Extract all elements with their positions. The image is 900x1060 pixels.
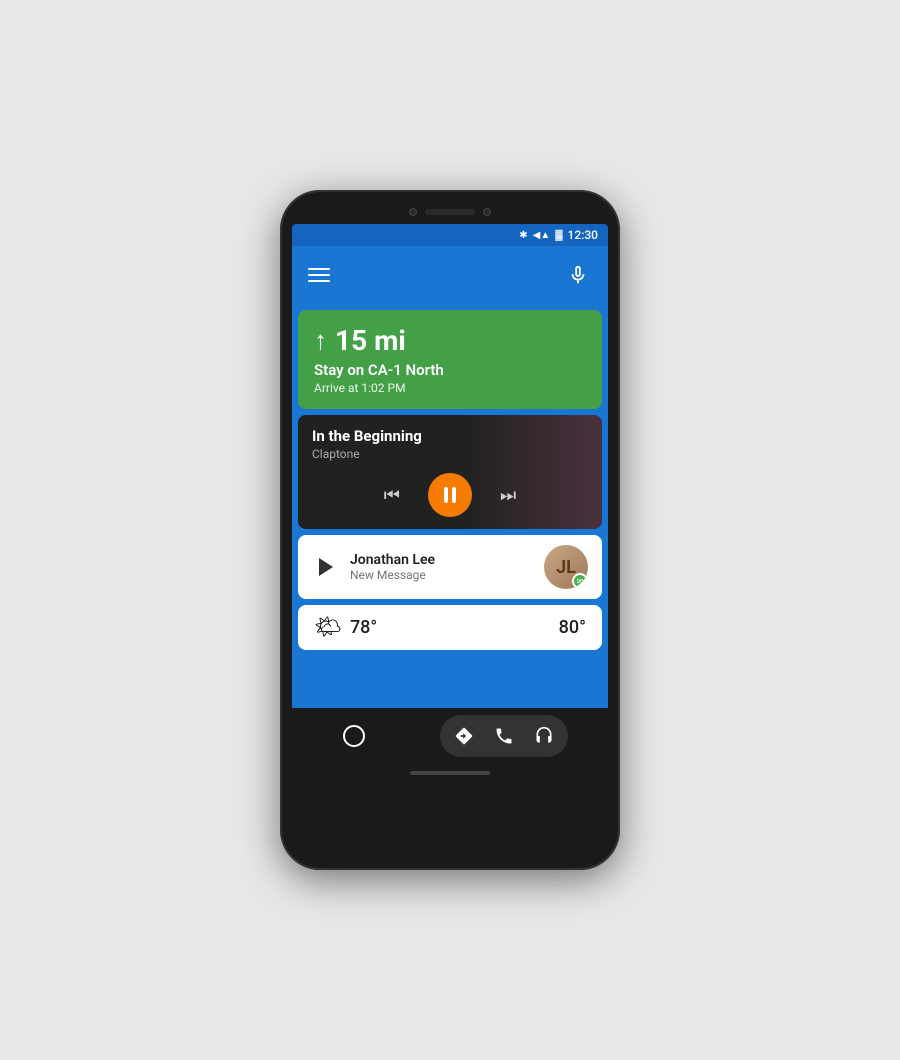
message-type: New Message — [350, 568, 534, 582]
phone-bottom-bar — [292, 764, 608, 782]
navigation-card[interactable]: ↑ 15 mi Stay on CA-1 North Arrive at 1:0… — [298, 310, 602, 409]
home-circle-icon — [343, 725, 365, 747]
music-controls: ⏮ ⏭ — [312, 473, 588, 517]
phone-screen: ✱ ◀▲ ▓ 12:30 ↑ 15 mi — [292, 224, 608, 764]
battery-icon: ▓ — [555, 230, 562, 241]
current-temp: 78° — [350, 617, 377, 638]
camera — [409, 208, 417, 216]
sender-name: Jonathan Lee — [350, 552, 534, 568]
message-badge-icon: ✉ — [572, 573, 588, 589]
music-title: In the Beginning — [312, 427, 588, 445]
camera-2 — [483, 208, 491, 216]
weather-card[interactable]: 🌤 78° 80° — [298, 605, 602, 650]
message-play-button[interactable] — [312, 553, 340, 581]
directions-button[interactable] — [446, 718, 482, 754]
nav-button-group — [440, 715, 568, 757]
play-triangle-icon — [319, 558, 333, 576]
direction-arrow-icon: ↑ — [314, 325, 327, 356]
phone-button[interactable] — [486, 718, 522, 754]
bluetooth-icon: ✱ — [519, 230, 527, 241]
phone-top-bar — [292, 202, 608, 224]
pause-icon — [444, 487, 456, 503]
clock: 12:30 — [568, 228, 598, 242]
home-button[interactable] — [333, 715, 375, 757]
contact-avatar: JL ✉ — [544, 545, 588, 589]
high-temp: 80° — [559, 617, 586, 638]
menu-button[interactable] — [308, 268, 330, 282]
weather-icon: 🌤 — [314, 615, 342, 640]
content-area: ↑ 15 mi Stay on CA-1 North Arrive at 1:0… — [292, 304, 608, 708]
message-card[interactable]: Jonathan Lee New Message JL ✉ — [298, 535, 602, 599]
app-header — [292, 246, 608, 304]
signal-icon: ◀▲ — [533, 230, 551, 241]
mic-icon — [567, 264, 589, 286]
music-card[interactable]: In the Beginning Claptone ⏮ ⏭ — [298, 415, 602, 529]
music-next-button[interactable]: ⏭ — [500, 485, 516, 506]
music-pause-button[interactable] — [428, 473, 472, 517]
speaker — [425, 209, 475, 215]
music-content: In the Beginning Claptone ⏮ ⏭ — [312, 427, 588, 517]
home-indicator — [410, 771, 490, 775]
music-artist: Claptone — [312, 447, 588, 461]
mic-button[interactable] — [564, 261, 592, 289]
bottom-navigation — [292, 708, 608, 764]
nav-arrival-time: Arrive at 1:02 PM — [314, 381, 586, 395]
nav-distance-row: ↑ 15 mi — [314, 324, 586, 357]
weather-left: 🌤 78° — [314, 615, 377, 640]
distance-value: 15 mi — [335, 324, 406, 357]
message-text-area: Jonathan Lee New Message — [350, 552, 534, 582]
nav-instruction: Stay on CA-1 North — [314, 361, 586, 379]
music-prev-button[interactable]: ⏮ — [384, 485, 400, 506]
headphones-button[interactable] — [526, 718, 562, 754]
status-bar: ✱ ◀▲ ▓ 12:30 — [292, 224, 608, 246]
phone-device: ✱ ◀▲ ▓ 12:30 ↑ 15 mi — [280, 190, 620, 870]
